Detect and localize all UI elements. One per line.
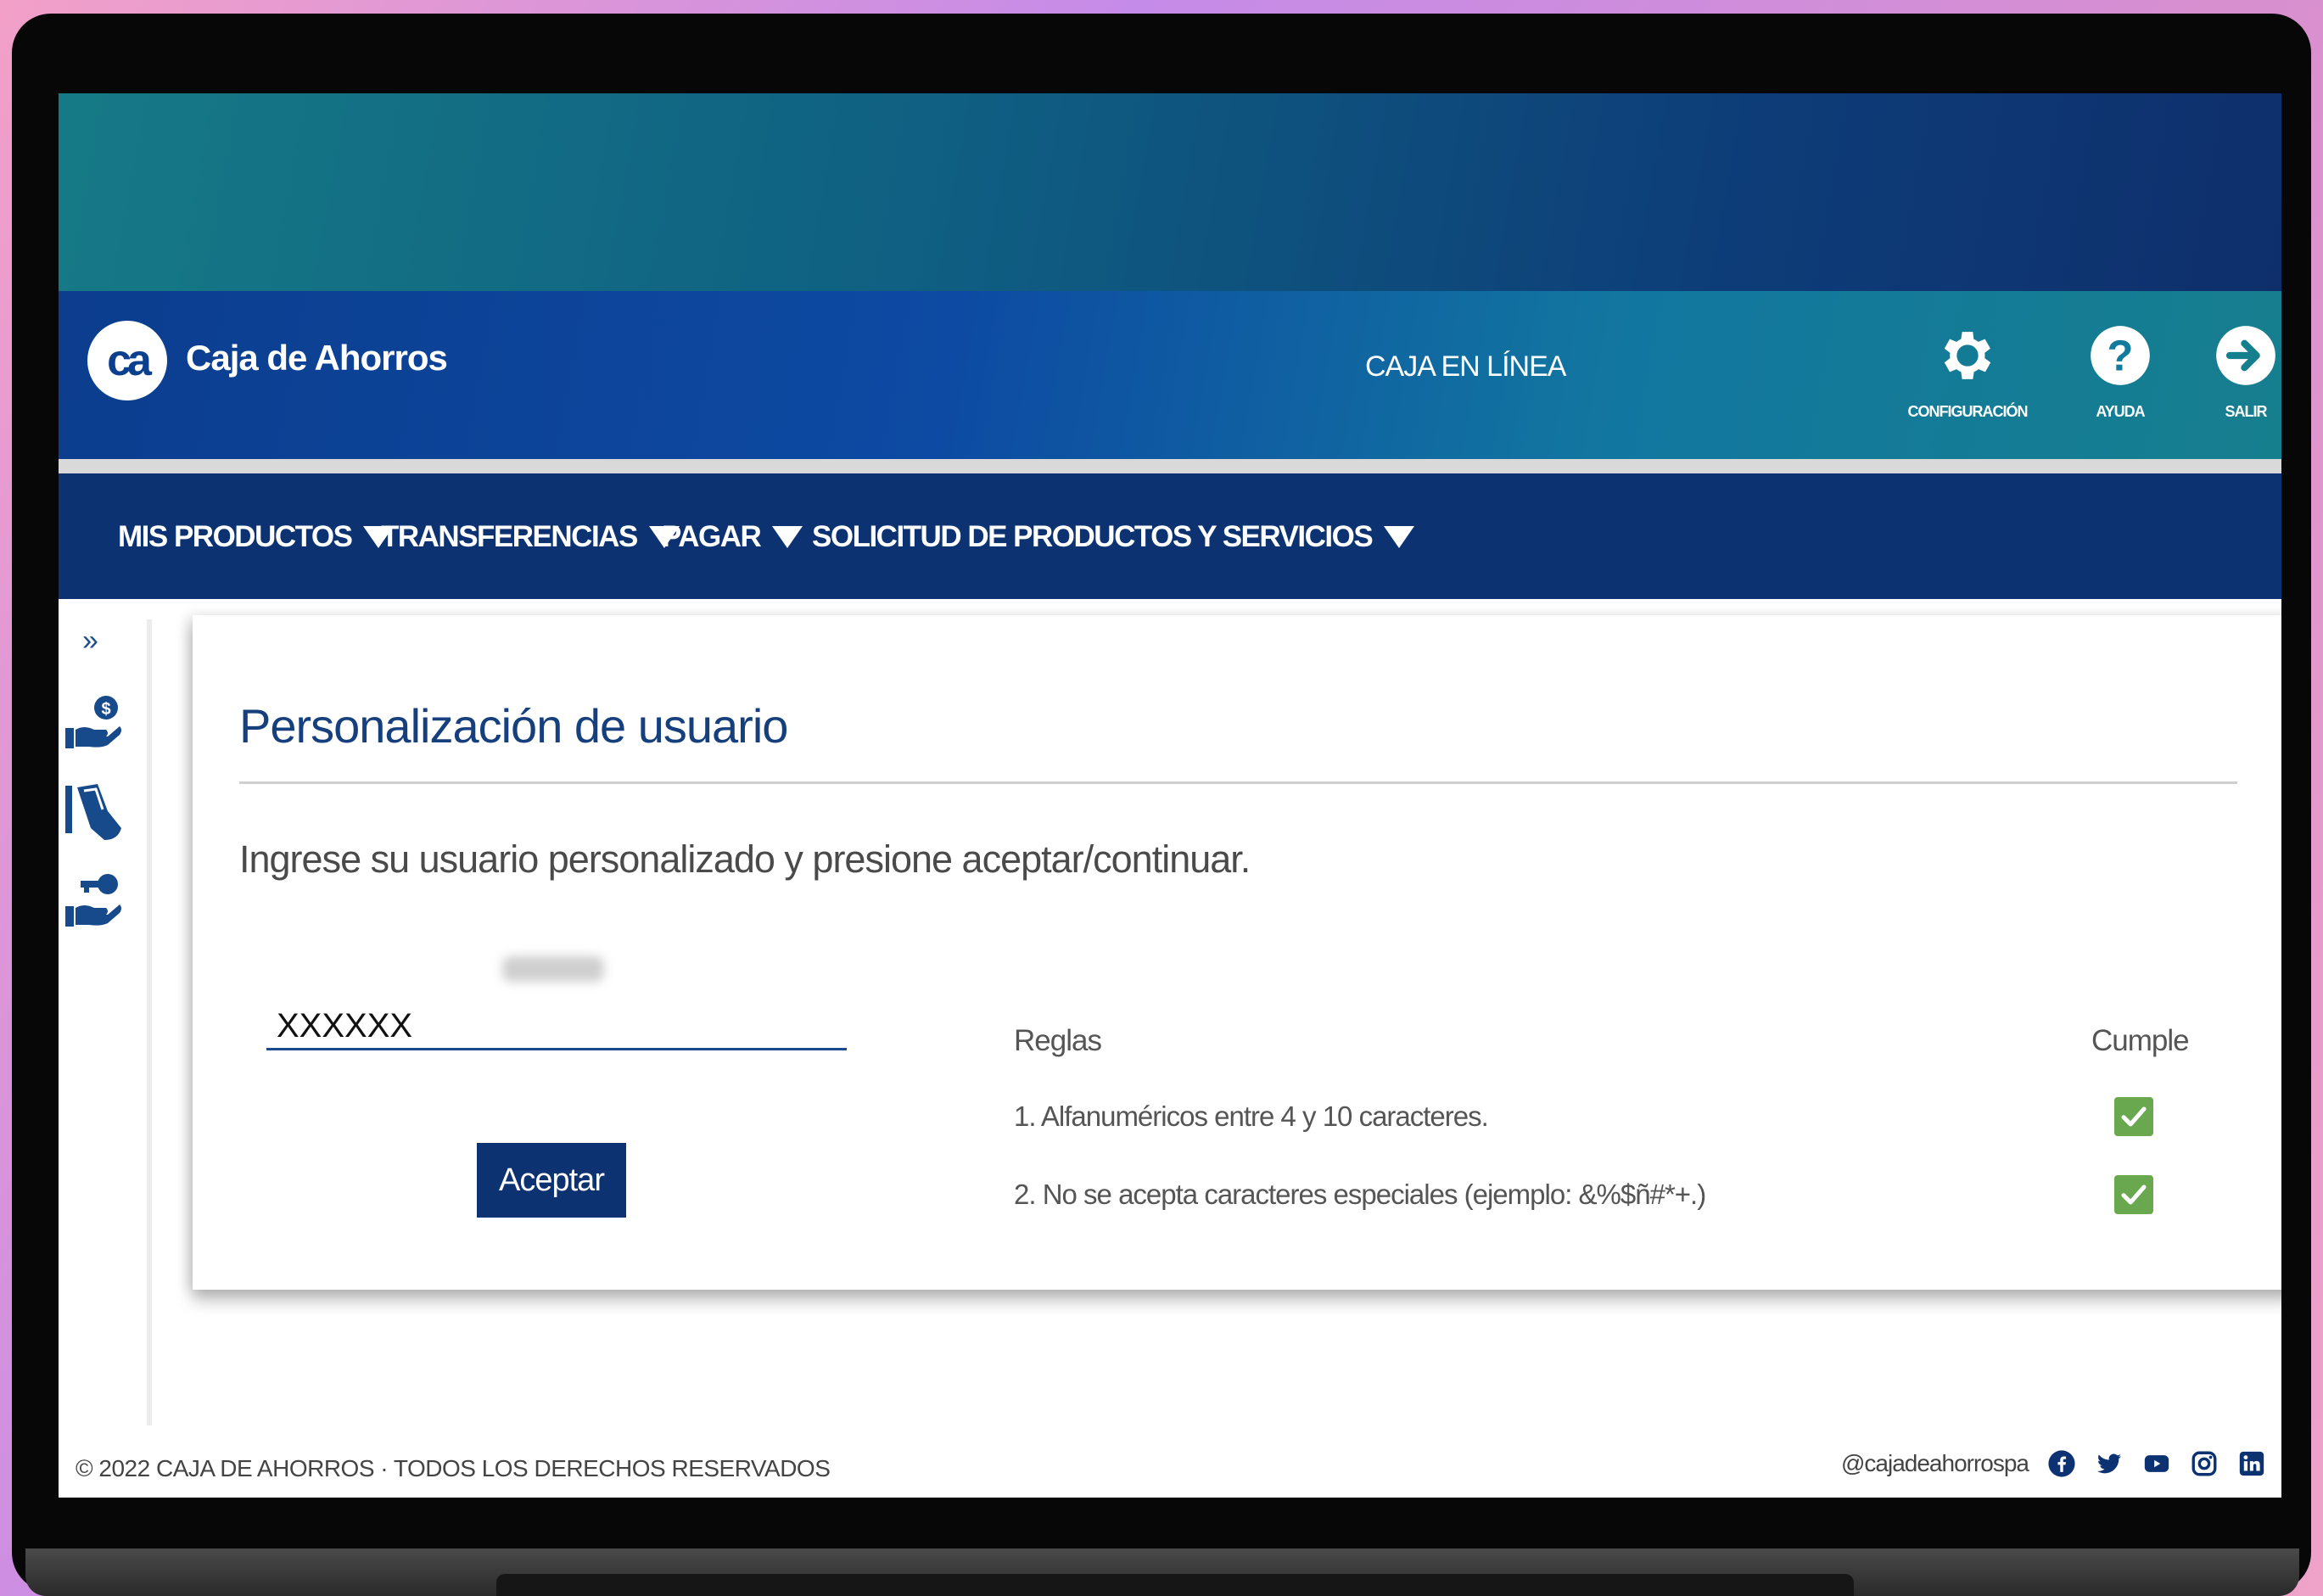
page-title: Personalización de usuario (239, 699, 788, 753)
nav-label: MIS PRODUCTOS (118, 520, 353, 553)
check-icon (2114, 1097, 2153, 1136)
browser-screen: ca Caja de Ahorros CAJA EN LÍNEA CONFIGU… (59, 93, 2281, 1498)
brand-name[interactable]: Caja de Ahorros (186, 338, 448, 378)
laptop-base (25, 1548, 2299, 1596)
top-banner (59, 93, 2281, 291)
gear-icon (1944, 332, 1991, 379)
logout-button[interactable]: SALIR (2182, 323, 2281, 421)
linkedin-icon[interactable] (2237, 1449, 2266, 1478)
logout-icon (2216, 326, 2275, 385)
username-input[interactable] (266, 1004, 847, 1050)
accept-button[interactable]: Aceptar (477, 1143, 626, 1218)
sidebar: » $ (59, 599, 148, 1448)
hand-key-icon[interactable] (64, 871, 125, 932)
instruction-text: Ingrese su usuario personalizado y presi… (239, 837, 1251, 881)
expand-sidebar-icon[interactable]: » (82, 624, 98, 658)
rule-item: 2. No se acepta caracteres especiales (e… (1014, 1179, 1706, 1210)
copyright-text: © 2022 CAJA DE AHORROS · TODOS LOS DEREC… (76, 1455, 831, 1481)
config-button[interactable]: CONFIGURACIÓN (1904, 323, 2031, 421)
rules-header: Reglas (1014, 1024, 1102, 1057)
rule-item: 1. Alfanuméricos entre 4 y 10 caracteres… (1014, 1100, 1489, 1132)
portal-title: CAJA EN LÍNEA (1365, 350, 1566, 383)
title-divider (239, 781, 2237, 784)
site-header: ca Caja de Ahorros CAJA EN LÍNEA CONFIGU… (59, 291, 2281, 459)
social-handle[interactable]: @cajadeahorrospa (1841, 1450, 2029, 1477)
youtube-icon[interactable] (2142, 1449, 2171, 1478)
nav-label: TRANSFERENCIAS (381, 520, 638, 553)
help-label: AYUDA (2096, 403, 2145, 420)
instagram-icon[interactable] (2190, 1449, 2219, 1478)
personalization-card: Personalización de usuario Ingrese su us… (193, 615, 2281, 1290)
sidebar-border (147, 619, 152, 1425)
header-divider (59, 459, 2281, 473)
twitter-icon[interactable] (2095, 1449, 2124, 1478)
laptop-notch (496, 1574, 1854, 1596)
config-label: CONFIGURACIÓN (1907, 403, 2029, 420)
caret-down-icon (772, 526, 803, 548)
nav-label: SOLICITUD DE PRODUCTOS Y SERVICIOS (812, 520, 1374, 553)
logout-label: SALIR (2225, 403, 2268, 420)
help-button[interactable]: ? AYUDA (2057, 323, 2184, 421)
facebook-icon[interactable] (2047, 1449, 2076, 1478)
complies-header: Cumple (2091, 1024, 2190, 1057)
nav-transferencias[interactable]: TRANSFERENCIAS (381, 520, 680, 554)
hand-card-icon[interactable] (64, 781, 125, 845)
social-bar: @cajadeahorrospa (1841, 1449, 2266, 1478)
brand-logo[interactable]: ca (87, 321, 167, 400)
hand-coin-icon[interactable]: $ (64, 692, 125, 753)
svg-text:$: $ (101, 700, 110, 719)
main-nav: MIS PRODUCTOS TRANSFERENCIAS PAGAR SOLIC… (59, 473, 2281, 599)
caret-down-icon (1384, 526, 1415, 548)
nav-solicitud[interactable]: SOLICITUD DE PRODUCTOS Y SERVICIOS (812, 520, 1415, 554)
nav-mis-productos[interactable]: MIS PRODUCTOS (118, 520, 395, 554)
svg-text:?: ? (2107, 331, 2134, 379)
nav-pagar[interactable]: PAGAR (662, 520, 803, 554)
check-icon (2114, 1175, 2153, 1214)
redacted-label (502, 956, 604, 982)
help-icon: ? (2091, 326, 2150, 385)
nav-label: PAGAR (662, 520, 762, 553)
